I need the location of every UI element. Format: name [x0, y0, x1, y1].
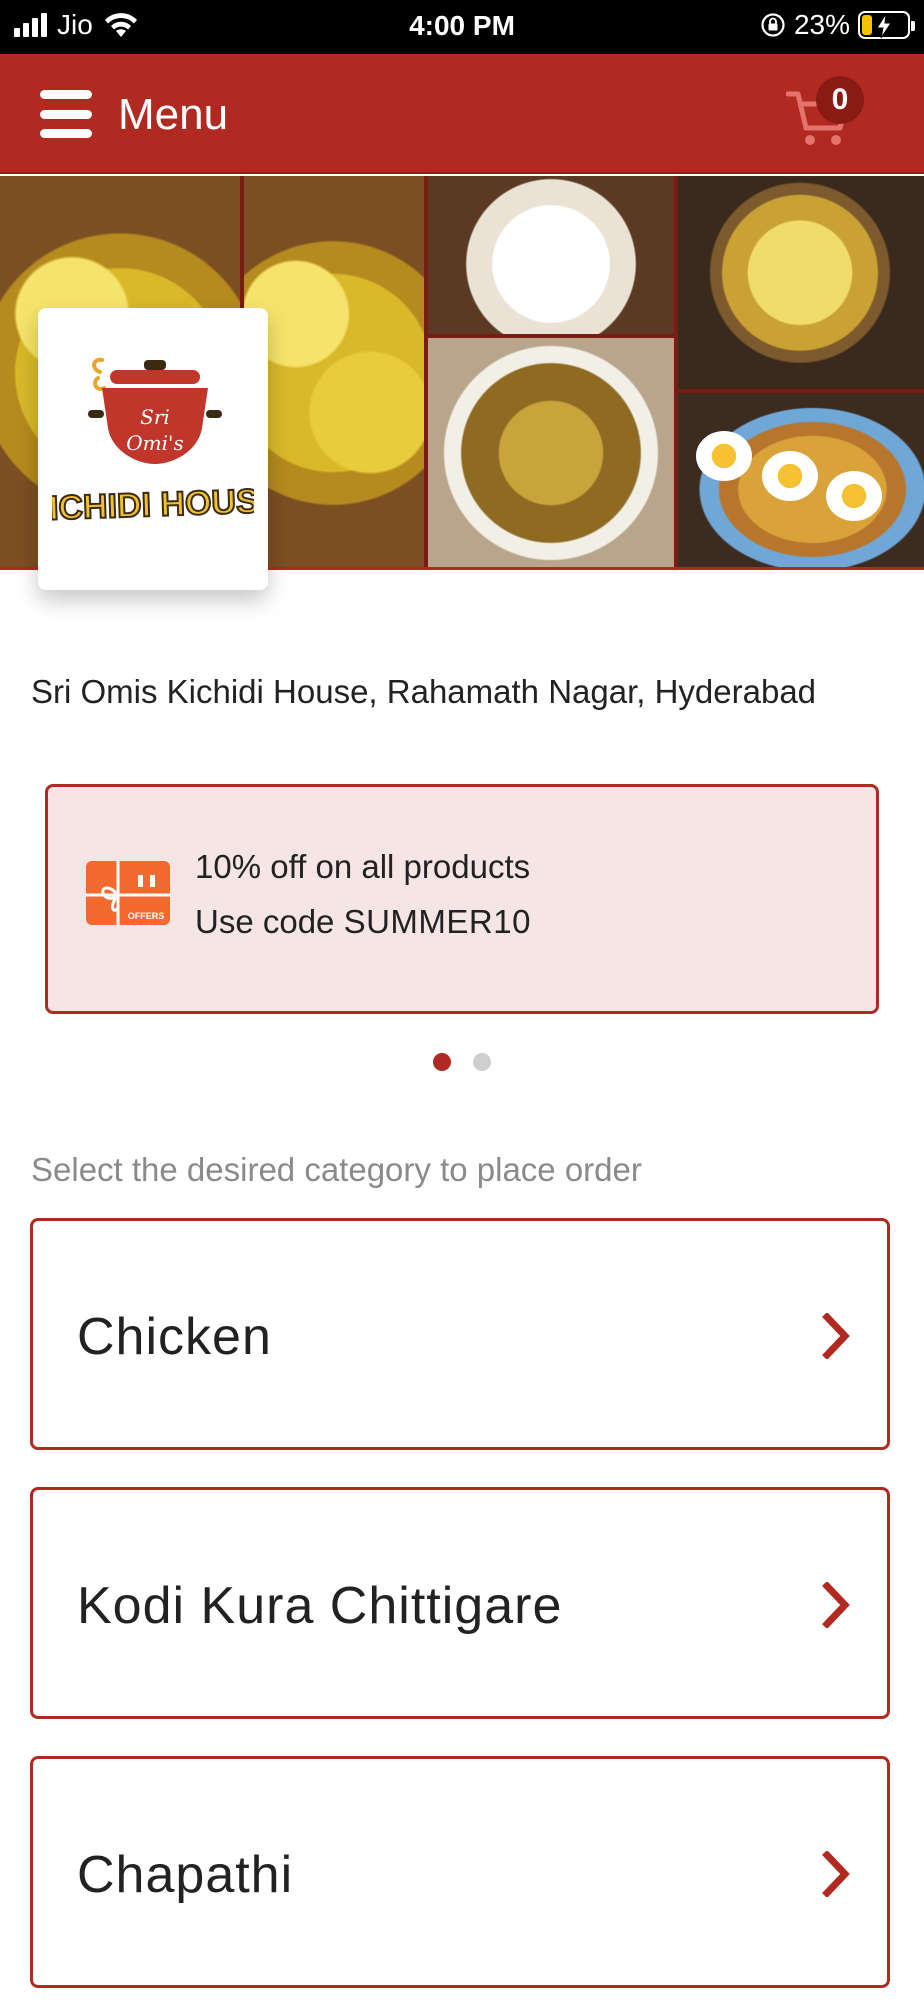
restaurant-address: Sri Omis Kichidi House, Rahamath Nagar, … — [31, 673, 817, 710]
chevron-right-icon — [822, 1582, 850, 1628]
cart-button[interactable]: 0 — [786, 76, 866, 156]
chevron-right-icon — [822, 1313, 850, 1359]
status-bar: Jio 4:00 PM 23% — [0, 0, 924, 54]
hamburger-icon[interactable] — [40, 88, 92, 140]
category-item-kodi-kura-chittigare[interactable]: Kodi Kura Chittigare — [30, 1487, 890, 1719]
battery-percent: 23% — [793, 9, 850, 40]
charging-bolt-icon — [876, 14, 892, 38]
logo-text-sri: Sri — [140, 405, 170, 429]
battery-fill — [862, 15, 873, 35]
offer-card[interactable]: OFFERS 10% off on all products Use code … — [45, 784, 879, 1014]
carousel-indicator — [0, 1053, 924, 1071]
carousel-dot[interactable] — [433, 1053, 451, 1071]
offer-code: SUMMER10 — [343, 903, 531, 940]
status-right: 23% — [760, 9, 915, 40]
cart-count-badge: 0 — [816, 76, 864, 124]
food-photo — [676, 176, 924, 391]
category-label: Chicken — [77, 1308, 272, 1366]
app-header: Menu 0 — [0, 54, 924, 174]
offers-gift-icon: OFFERS — [86, 861, 170, 925]
offer-code-prefix: Use code — [195, 903, 344, 940]
battery-icon — [858, 11, 915, 39]
orientation-lock-icon — [761, 13, 785, 37]
logo-text-omis: Omi's — [126, 431, 184, 455]
category-item-chicken[interactable]: Chicken — [30, 1218, 890, 1450]
kichidi-house-logo: Sri Omi's KICHIDI HOUSE — [52, 357, 254, 529]
offers-icon-label: OFFERS — [128, 911, 165, 921]
carousel-dot[interactable] — [473, 1053, 491, 1071]
logo-text-kichidi-house: KICHIDI HOUSE — [52, 482, 254, 529]
offer-title: 10% off on all products — [195, 848, 531, 885]
offer-code-line: Use code SUMMER10 — [195, 902, 531, 942]
restaurant-logo: Sri Omi's KICHIDI HOUSE — [38, 308, 268, 590]
page-title: Menu — [118, 90, 229, 139]
category-label: Kodi Kura Chittigare — [77, 1577, 563, 1635]
category-item-chapathi[interactable]: Chapathi — [30, 1756, 890, 1988]
category-label: Chapathi — [77, 1846, 294, 1904]
category-hint: Select the desired category to place ord… — [31, 1151, 642, 1188]
food-photo — [426, 336, 676, 567]
chevron-right-icon — [822, 1851, 850, 1897]
food-photo — [676, 391, 924, 567]
food-photo — [426, 176, 676, 336]
